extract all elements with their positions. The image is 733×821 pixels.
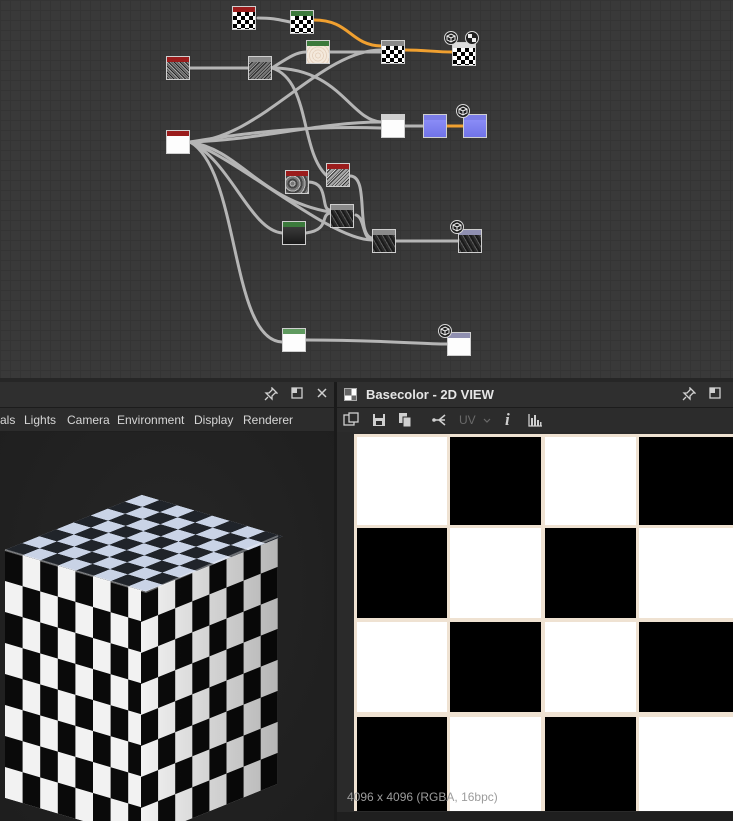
uv-dropdown[interactable]: UV (459, 412, 476, 428)
2d-texture-view[interactable] (354, 434, 733, 811)
menu-renderer[interactable]: Renderer (243, 413, 293, 427)
menu-lights[interactable]: Lights (24, 413, 56, 427)
pin-icon[interactable] (681, 386, 697, 403)
2d-view-header: Basecolor - 2D VIEW (337, 382, 733, 408)
copy-icon[interactable] (397, 412, 413, 428)
graph-node-normal-map[interactable] (423, 114, 447, 138)
menu-camera[interactable]: Camera (67, 413, 110, 427)
float-icon[interactable] (289, 387, 305, 403)
checker-preview-icon (465, 31, 479, 45)
graph-node-checker-transform[interactable] (290, 10, 314, 34)
connection (304, 338, 449, 346)
3d-view-menubar: als Lights Camera Environment Display Re… (0, 408, 334, 432)
3d-viewport[interactable] (0, 432, 334, 821)
graph-node-noise-levels[interactable] (248, 56, 272, 80)
graph-node-checker-source[interactable] (232, 6, 256, 30)
graph-node-normal-blend[interactable] (381, 114, 405, 138)
graph-node-roughness-blend[interactable] (330, 204, 354, 228)
chevron-down-icon (483, 412, 491, 428)
close-icon[interactable] (314, 387, 330, 403)
basecolor-texture (354, 434, 733, 811)
cube-output-icon (456, 104, 470, 118)
info-button[interactable]: i (505, 411, 510, 428)
connection-highlighted (403, 48, 454, 54)
histogram-icon[interactable] (527, 412, 543, 428)
graph-node-dirt-mask[interactable] (306, 40, 330, 64)
graph-node-metallic-uniform[interactable] (282, 328, 306, 352)
fit-view-icon[interactable] (343, 412, 359, 428)
cube-output-icon (438, 324, 452, 338)
app-root: als Lights Camera Environment Display Re… (0, 0, 733, 821)
graph-node-basecolor-output[interactable] (452, 42, 476, 66)
checker-cube (4, 494, 283, 821)
menu-environment[interactable]: Environment (117, 413, 184, 427)
resolution-label: 4096 x 4096 (RGBA, 16bpc) (347, 790, 498, 804)
graph-node-grunge-source[interactable] (285, 170, 309, 194)
2d-view-icon (344, 388, 357, 401)
menu-materials[interactable]: als (0, 413, 15, 427)
cube-output-icon (450, 220, 464, 234)
3d-view-panel: als Lights Camera Environment Display Re… (0, 382, 334, 821)
graph-node-basecolor-blend[interactable] (381, 40, 405, 64)
3d-view-header (0, 382, 334, 408)
2d-view-panel: Basecolor - 2D VIEW UV i 4096 x 4096 (RG… (337, 382, 733, 821)
save-icon[interactable] (371, 412, 387, 428)
2d-view-bottom-bar (337, 812, 733, 821)
graph-node-roughness-mask[interactable] (282, 221, 306, 245)
cube-output-icon (444, 31, 458, 45)
connection (256, 16, 292, 24)
graph-node-grunge-levels[interactable] (326, 163, 350, 187)
node-graph[interactable] (0, 0, 733, 378)
connection (270, 50, 308, 70)
2d-view-toolbar: UV i (337, 408, 733, 432)
menu-display[interactable]: Display (194, 413, 233, 427)
graph-connections (188, 16, 465, 346)
graph-node-noise-source[interactable] (166, 56, 190, 80)
graph-node-metallic-output[interactable] (447, 332, 471, 356)
pin-icon[interactable] (263, 386, 279, 403)
connection (270, 66, 328, 177)
graph-node-uniform-source[interactable] (166, 130, 190, 154)
channels-icon[interactable] (431, 412, 447, 428)
connection (188, 140, 284, 344)
connection (188, 120, 383, 144)
float-icon[interactable] (707, 387, 723, 403)
graph-node-roughness-output[interactable] (458, 229, 482, 253)
graph-node-normal-output[interactable] (463, 114, 487, 138)
graph-node-roughness-merge[interactable] (372, 229, 396, 253)
2d-view-title: Basecolor - 2D VIEW (366, 387, 494, 402)
